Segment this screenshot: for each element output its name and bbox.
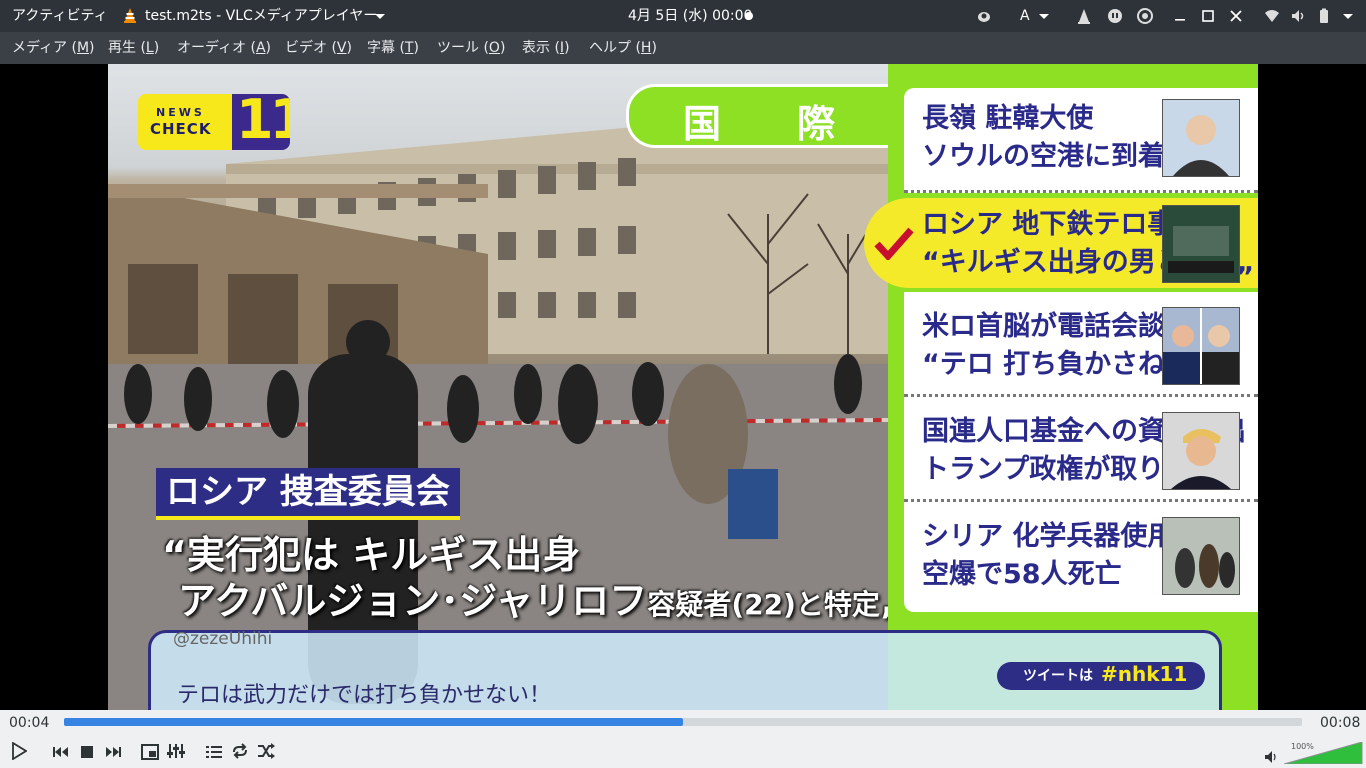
shuffle-icon[interactable] <box>257 743 275 759</box>
elapsed-time: 00:04 <box>9 715 50 731</box>
player-controls: 00:04 00:08 100% <box>0 710 1366 768</box>
play-icon[interactable] <box>11 742 27 760</box>
section-label: 国 際 <box>626 84 915 148</box>
chat-icon[interactable] <box>1107 8 1123 24</box>
seek-bar[interactable] <box>64 718 1302 726</box>
volume-slider[interactable] <box>1284 742 1364 764</box>
video-area[interactable]: NEWS CHECK 11 国 際 ロシア 捜査委員会 “実行犯は キルギス出身… <box>0 64 1366 710</box>
news-thumbnail <box>1162 517 1240 595</box>
news-item-active: ロシア 地下鉄テロ事件 “キルギス出身の男と特定„ <box>864 198 1258 288</box>
chrome-icon[interactable] <box>1137 8 1153 24</box>
news-thumbnail <box>1162 412 1240 490</box>
logo-text-check: CHECK <box>150 120 212 138</box>
logo-text-news: NEWS <box>156 106 205 119</box>
logo-number: 11 <box>232 94 290 150</box>
activities-button[interactable]: アクティビティ <box>12 0 108 32</box>
playlist-icon[interactable] <box>205 744 223 760</box>
tweet-box: @zezeUhihi テロは武力だけでは打ち負かせない！ ツイートは #nhk1… <box>148 629 1222 710</box>
close-icon[interactable] <box>1228 8 1244 24</box>
seek-bar-fill <box>64 718 683 726</box>
menu-view[interactable]: 表示 (I) <box>522 32 570 64</box>
vlc-cone-icon <box>124 8 136 23</box>
stop-icon[interactable] <box>78 744 96 760</box>
total-time: 00:08 <box>1320 715 1361 731</box>
maximize-icon[interactable] <box>1200 8 1216 24</box>
vlc-tray-icon[interactable] <box>1076 8 1092 24</box>
news-item: 米ロ首脳が電話会談 “テロ 打ち負かさねば„ <box>904 292 1258 397</box>
clock[interactable]: 4月 5日 (水) 00:00 <box>628 0 752 32</box>
menu-video[interactable]: ビデオ (V) <box>285 32 352 64</box>
minimize-icon[interactable] <box>1172 8 1188 24</box>
battery-icon[interactable] <box>1316 8 1332 24</box>
notification-dot-icon <box>745 12 753 20</box>
volume-icon[interactable] <box>1290 8 1306 24</box>
menu-tools[interactable]: ツール (O) <box>437 32 505 64</box>
menu-bar: メディア (M) 再生 (L) オーディオ (A) ビデオ (V) 字幕 (T)… <box>0 32 1366 64</box>
news-item: 長嶺 駐韓大使 ソウルの空港に到着 <box>904 88 1258 193</box>
menu-playback[interactable]: 再生 (L) <box>108 32 159 64</box>
equalizer-icon[interactable] <box>167 743 185 759</box>
input-method-indicator[interactable]: A <box>1020 0 1030 32</box>
menu-media[interactable]: メディア (M) <box>12 32 95 64</box>
chevron-down-icon[interactable] <box>1340 8 1356 24</box>
app-menu-title[interactable]: test.m2ts - VLCメディアプレイヤー <box>145 0 377 32</box>
news-item-title: シリア 化学兵器使用か 空爆で58人死亡 <box>922 521 1202 590</box>
tweet-handle: @zezeUhihi <box>173 629 273 649</box>
video-frame: NEWS CHECK 11 国 際 ロシア 捜査委員会 “実行犯は キルギス出身… <box>108 64 1258 710</box>
news-item-title: 長嶺 駐韓大使 ソウルの空港に到着 <box>922 103 1165 172</box>
speaker-icon[interactable] <box>1264 750 1278 764</box>
menu-subtitle[interactable]: 字幕 (T) <box>367 32 419 64</box>
wifi-icon[interactable] <box>1264 8 1280 24</box>
checkmark-icon <box>874 227 914 260</box>
news-thumbnail <box>1162 99 1240 177</box>
menu-audio[interactable]: オーディオ (A) <box>177 32 271 64</box>
system-top-bar: アクティビティ test.m2ts - VLCメディアプレイヤー 4月 5日 (… <box>0 0 1366 32</box>
fullscreen-icon[interactable] <box>141 744 159 760</box>
news-item: シリア 化学兵器使用か 空爆で58人死亡 <box>904 502 1258 612</box>
previous-icon[interactable] <box>52 744 70 760</box>
caption-quote-line2: アクバルジョン･ジャリロフ容疑者(22)と特定„ <box>178 579 905 623</box>
news-thumbnail <box>1162 205 1240 283</box>
loop-icon[interactable] <box>231 743 249 759</box>
chevron-down-icon[interactable] <box>1036 8 1052 24</box>
tweet-badge: ツイートは #nhk11 <box>997 662 1205 690</box>
next-icon[interactable] <box>104 744 122 760</box>
chevron-down-icon[interactable] <box>372 8 388 24</box>
news-thumbnail <box>1162 307 1240 385</box>
menu-help[interactable]: ヘルプ (H) <box>589 32 657 64</box>
news-item: 国連人口基金への資金拠出 トランプ政権が取りやめ <box>904 397 1258 502</box>
tweet-text: テロは武力だけでは打ち負かせない！ <box>177 683 552 708</box>
caption-label: ロシア 捜査委員会 <box>156 468 460 520</box>
news-check-logo: NEWS CHECK 11 <box>138 94 290 150</box>
coffee-icon[interactable] <box>976 8 992 24</box>
